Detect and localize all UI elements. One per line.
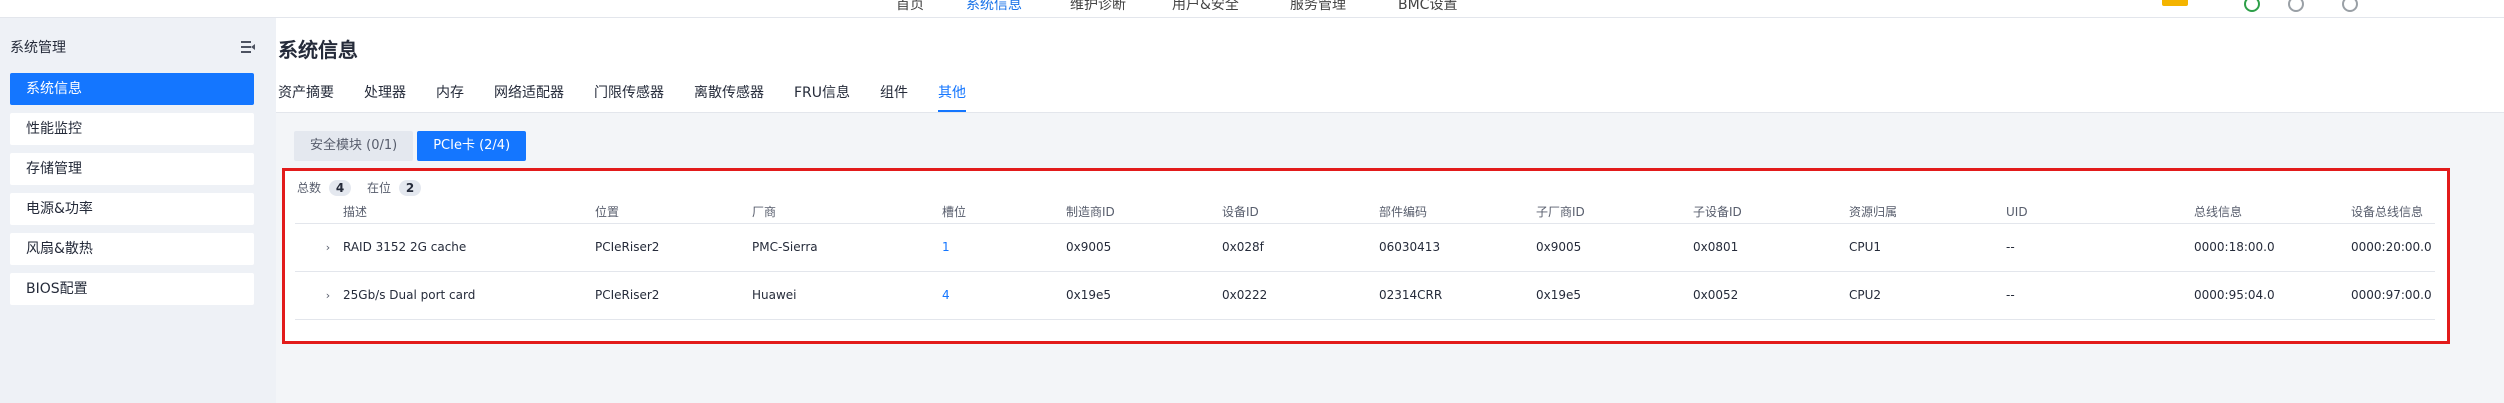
column-header-location: 位置 [595,201,752,224]
subvendor-id-cell: 0x19e5 [1536,271,1693,320]
tab-discrete-sensor[interactable]: 离散传感器 [694,82,764,112]
top-nav-item-system-info[interactable]: 系统信息 [966,0,1022,14]
total-count-badge: 4 [329,179,352,196]
sidebar-item-bios[interactable]: BIOS配置 [10,273,254,305]
main-content: 系统信息 资产摘要 处理器 内存 网络适配器 门限传感器 离散传感器 FRU信息… [276,18,2504,403]
device-bus-info-cell: 0000:97:00.0 [2351,271,2435,320]
top-nav-item-user-security[interactable]: 用户&安全 [1172,0,1239,14]
tab-components[interactable]: 组件 [880,82,908,112]
subdevice-id-cell: 0x0801 [1693,223,1849,272]
collapse-sidebar-icon[interactable] [241,41,255,53]
part-number-cell: 06030413 [1379,223,1536,272]
sidebar-item-system-info[interactable]: 系统信息 [10,73,254,105]
subtab-bar: 安全模块 (0/1) PCIe卡 (2/4) [294,131,530,161]
tab-asset-summary[interactable]: 资产摘要 [278,82,334,112]
part-number-cell: 02314CRR [1379,271,1536,320]
table-header-row: 描述 位置 厂商 槽位 制造商ID 设备ID 部件编码 子厂商ID 子设备ID … [295,201,2435,224]
tab-threshold-sensor[interactable]: 门限传感器 [594,82,664,112]
slot-cell: 1 [942,223,1066,272]
subdevice-id-cell: 0x0052 [1693,271,1849,320]
top-nav-bar: 首页 系统信息 维护诊断 用户&安全 服务管理 BMC设置 [0,0,2504,18]
column-header-vendor: 厂商 [752,201,942,224]
tab-fru-info[interactable]: FRU信息 [794,82,850,112]
subtab-pcie-card[interactable]: PCIe卡 (2/4) [417,131,527,161]
top-nav-item-home[interactable]: 首页 [896,0,924,14]
tab-bar: 资产摘要 处理器 内存 网络适配器 门限传感器 离散传感器 FRU信息 组件 其… [278,82,996,112]
description-cell: › RAID 3152 2G cache [295,223,595,272]
user-icon[interactable] [2342,0,2358,12]
page-title: 系统信息 [278,38,358,62]
bus-info-cell: 0000:18:00.0 [2194,223,2351,272]
column-header-resource-owner: 资源归属 [1849,201,2006,224]
tab-network-adapter[interactable]: 网络适配器 [494,82,564,112]
column-header-device-bus-info: 设备总线信息 [2351,201,2435,224]
vendor-id-cell: 0x19e5 [1066,271,1222,320]
resource-owner-cell: CPU1 [1849,223,2006,272]
status-ok-icon[interactable] [2244,0,2260,12]
location-cell: PCIeRiser2 [595,271,752,320]
column-header-subdevice-id: 子设备ID [1693,201,1849,224]
other-tab-content: 安全模块 (0/1) PCIe卡 (2/4) 总数 4 在位 2 描述 位置 厂… [276,113,2504,403]
column-header-vendor-id: 制造商ID [1066,201,1222,224]
sidebar-item-fan-cooling[interactable]: 风扇&散热 [10,233,254,265]
vendor-id-cell: 0x9005 [1066,223,1222,272]
subtab-security-module[interactable]: 安全模块 (0/1) [294,131,414,161]
pcie-card-panel: 总数 4 在位 2 描述 位置 厂商 槽位 制造商ID 设备ID 部件编码 子厂… [282,168,2450,344]
sidebar-item-power[interactable]: 电源&功率 [10,193,254,225]
vendor-cell: Huawei [752,271,942,320]
sidebar-item-performance[interactable]: 性能监控 [10,113,254,145]
expand-row-icon[interactable]: › [313,241,343,254]
uid-cell: -- [2006,223,2194,272]
sidebar-header: 系统管理 [10,36,255,58]
sidebar-item-storage[interactable]: 存储管理 [10,153,254,185]
sidebar-title: 系统管理 [10,40,66,56]
pcie-stats: 总数 4 在位 2 [297,179,437,196]
column-header-description: 描述 [295,201,595,224]
tab-memory[interactable]: 内存 [436,82,464,112]
device-id-cell: 0x028f [1222,223,1379,272]
bus-info-cell: 0000:95:04.0 [2194,271,2351,320]
subvendor-id-cell: 0x9005 [1536,223,1693,272]
vendor-cell: PMC-Sierra [752,223,942,272]
alarm-badge-icon[interactable] [2162,0,2188,6]
column-header-device-id: 设备ID [1222,201,1379,224]
column-header-slot: 槽位 [942,201,1066,224]
table-row[interactable]: › RAID 3152 2G cache PCIeRiser2 PMC-Sierr… [295,223,2435,272]
total-label: 总数 [297,181,322,195]
tab-processor[interactable]: 处理器 [364,82,406,112]
present-label: 在位 [367,181,392,195]
top-nav-item-bmc[interactable]: BMC设置 [1398,0,1457,14]
table-row[interactable]: › 25Gb/s Dual port card PCIeRiser2 Huawei… [295,271,2435,320]
pcie-card-table: 描述 位置 厂商 槽位 制造商ID 设备ID 部件编码 子厂商ID 子设备ID … [295,201,2435,320]
help-icon[interactable] [2288,0,2304,12]
description-cell: › 25Gb/s Dual port card [295,271,595,320]
location-cell: PCIeRiser2 [595,223,752,272]
expand-row-icon[interactable]: › [313,289,343,302]
slot-cell: 4 [942,271,1066,320]
column-header-part-number: 部件编码 [1379,201,1536,224]
tab-other[interactable]: 其他 [938,82,967,112]
device-bus-info-cell: 0000:20:00.0 [2351,223,2435,272]
present-count-badge: 2 [399,179,422,196]
uid-cell: -- [2006,271,2194,320]
top-nav-item-maintenance[interactable]: 维护诊断 [1070,0,1126,14]
top-nav-item-services[interactable]: 服务管理 [1290,0,1346,14]
column-header-subvendor-id: 子厂商ID [1536,201,1693,224]
device-id-cell: 0x0222 [1222,271,1379,320]
column-header-uid: UID [2006,201,2194,224]
column-header-bus-info: 总线信息 [2194,201,2351,224]
sidebar: 系统管理 系统信息 性能监控 存储管理 电源&功率 风扇&散热 BIOS配置 [0,18,268,403]
resource-owner-cell: CPU2 [1849,271,2006,320]
